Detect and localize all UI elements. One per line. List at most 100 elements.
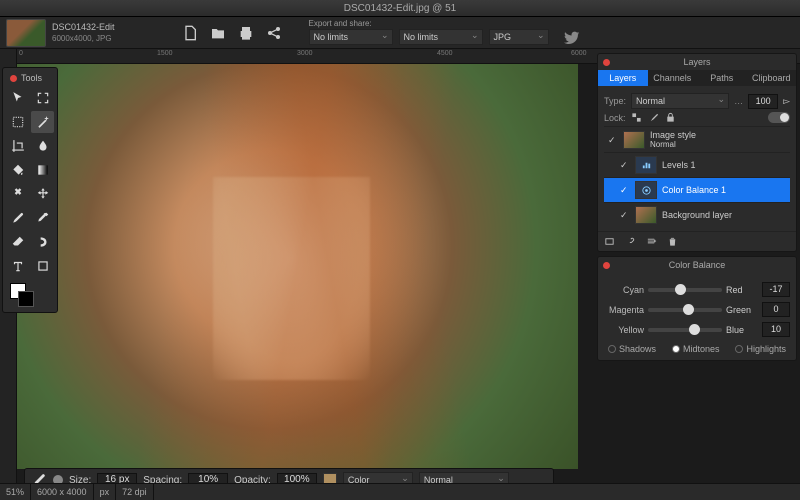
cyan-red-slider[interactable] <box>648 288 722 292</box>
shape-tool[interactable] <box>31 255 54 277</box>
layer-label: Levels 1 <box>662 160 696 170</box>
magenta-green-value[interactable]: 0 <box>762 302 790 317</box>
eraser-tool[interactable] <box>6 231 29 253</box>
close-icon[interactable] <box>603 262 610 269</box>
visibility-checkbox[interactable]: ✓ <box>620 160 630 170</box>
layer-color-balance[interactable]: ✓ Color Balance 1 <box>604 177 790 202</box>
export-format-dropdown[interactable]: JPG <box>489 29 549 45</box>
text-tool[interactable] <box>6 255 29 277</box>
layer-opacity-input[interactable]: 100 <box>748 94 778 109</box>
file-name: DSC01432-Edit <box>52 22 115 33</box>
color-balance-panel[interactable]: Color Balance Cyan Red -17 Magenta Green… <box>597 256 797 361</box>
lock-transparency-icon[interactable] <box>631 112 642 123</box>
heal-tool[interactable] <box>6 183 29 205</box>
stepper-icon[interactable]: ▻ <box>783 96 790 107</box>
mask-icon[interactable] <box>604 236 615 247</box>
status-unit[interactable]: px <box>94 484 117 500</box>
slider-cyan-label: Cyan <box>604 285 644 295</box>
window-titlebar: DSC01432-Edit.jpg @ 51 <box>0 0 800 17</box>
share-icon[interactable] <box>265 24 283 42</box>
color-balance-header[interactable]: Color Balance <box>598 257 796 273</box>
layer-image-style[interactable]: ✓ Image style Normal <box>604 126 790 152</box>
marquee-tool[interactable] <box>6 111 29 133</box>
file-dimensions: 6000x4000, JPG <box>52 33 115 44</box>
twitter-icon[interactable] <box>563 29 581 47</box>
yellow-blue-slider[interactable] <box>648 328 722 332</box>
lock-paint-icon[interactable] <box>648 112 659 123</box>
layer-background[interactable]: ✓ Background layer <box>604 202 790 227</box>
slider-blue-label: Blue <box>726 325 758 335</box>
slider-magenta-label: Magenta <box>604 305 644 315</box>
blend-type-label: Type: <box>604 96 626 106</box>
new-layer-icon[interactable] <box>646 236 657 247</box>
layer-label: Image style <box>650 130 696 140</box>
layer-levels[interactable]: ✓ Levels 1 <box>604 152 790 177</box>
bucket-tool[interactable] <box>6 159 29 181</box>
export-section: Export and share: No limits No limits JP… <box>309 19 581 47</box>
visibility-checkbox[interactable]: ✓ <box>620 210 630 220</box>
slider-red-label: Red <box>726 285 758 295</box>
brush-tool[interactable] <box>6 207 29 229</box>
magic-wand-tool[interactable] <box>31 111 54 133</box>
new-document-icon[interactable] <box>181 24 199 42</box>
visibility-checkbox[interactable]: ✓ <box>620 185 630 195</box>
layer-thumbnail <box>635 206 657 224</box>
slider-green-label: Green <box>726 305 758 315</box>
workspace: 0 1500 3000 4500 6000 Tools <box>0 49 800 500</box>
delete-layer-icon[interactable] <box>667 236 678 247</box>
gradient-tool[interactable] <box>31 159 54 181</box>
layer-thumbnail <box>635 156 657 174</box>
move-tool[interactable] <box>6 87 29 109</box>
status-bar: 51% 6000 x 4000 px 72 dpi <box>0 483 800 500</box>
layers-panel-header[interactable]: Layers <box>598 54 796 70</box>
toolbox-header[interactable]: Tools <box>6 71 54 85</box>
clone-tool[interactable] <box>31 183 54 205</box>
print-icon[interactable] <box>237 24 255 42</box>
tab-paths[interactable]: Paths <box>697 70 747 86</box>
status-dimensions[interactable]: 6000 x 4000 <box>31 484 94 500</box>
tab-clipboard[interactable]: Clipboard <box>747 70 797 86</box>
tab-layers[interactable]: Layers <box>598 70 648 86</box>
cyan-red-value[interactable]: -17 <box>762 282 790 297</box>
yellow-blue-value[interactable]: 10 <box>762 322 790 337</box>
canvas[interactable] <box>17 64 578 469</box>
visibility-checkbox[interactable]: ✓ <box>608 135 618 145</box>
toolbox-title: Tools <box>21 73 42 83</box>
blend-type-dropdown[interactable]: Normal <box>631 93 729 109</box>
tab-channels[interactable]: Channels <box>648 70 698 86</box>
background-color[interactable] <box>18 291 34 307</box>
layers-panel[interactable]: Layers Layers Channels Paths Clipboard T… <box>597 53 797 252</box>
open-folder-icon[interactable] <box>209 24 227 42</box>
slider-yellow-label: Yellow <box>604 325 644 335</box>
tone-midtones-radio[interactable]: Midtones <box>672 344 720 354</box>
layer-thumbnail <box>623 131 645 149</box>
tone-highlights-radio[interactable]: Highlights <box>735 344 786 354</box>
link-icon[interactable] <box>625 236 636 247</box>
status-dpi[interactable]: 72 dpi <box>116 484 154 500</box>
close-icon[interactable] <box>10 75 17 82</box>
layer-thumbnail <box>635 181 657 199</box>
layer-label: Color Balance 1 <box>662 185 726 195</box>
export-limit1-dropdown[interactable]: No limits <box>309 29 393 45</box>
eyedropper-tool[interactable] <box>31 207 54 229</box>
transform-tool[interactable] <box>31 87 54 109</box>
crop-tool[interactable] <box>6 135 29 157</box>
export-label: Export and share: <box>309 19 581 28</box>
document-title: DSC01432-Edit.jpg @ 51 <box>344 3 456 14</box>
zoom-level[interactable]: 51% <box>0 484 31 500</box>
top-toolbar: DSC01432-Edit 6000x4000, JPG Export and … <box>0 17 800 49</box>
blur-tool[interactable] <box>31 135 54 157</box>
close-icon[interactable] <box>603 59 610 66</box>
magenta-green-slider[interactable] <box>648 308 722 312</box>
export-limit2-dropdown[interactable]: No limits <box>399 29 483 45</box>
smudge-tool[interactable] <box>31 231 54 253</box>
lock-label: Lock: <box>604 113 626 123</box>
lock-all-icon[interactable] <box>665 112 676 123</box>
file-info: DSC01432-Edit 6000x4000, JPG <box>52 22 115 44</box>
document-thumbnail[interactable] <box>6 19 46 47</box>
color-swatches[interactable] <box>6 281 54 309</box>
tone-shadows-radio[interactable]: Shadows <box>608 344 656 354</box>
layer-label: Background layer <box>662 210 732 220</box>
toolbox-panel[interactable]: Tools <box>2 67 58 313</box>
lock-toggle[interactable] <box>768 112 790 123</box>
